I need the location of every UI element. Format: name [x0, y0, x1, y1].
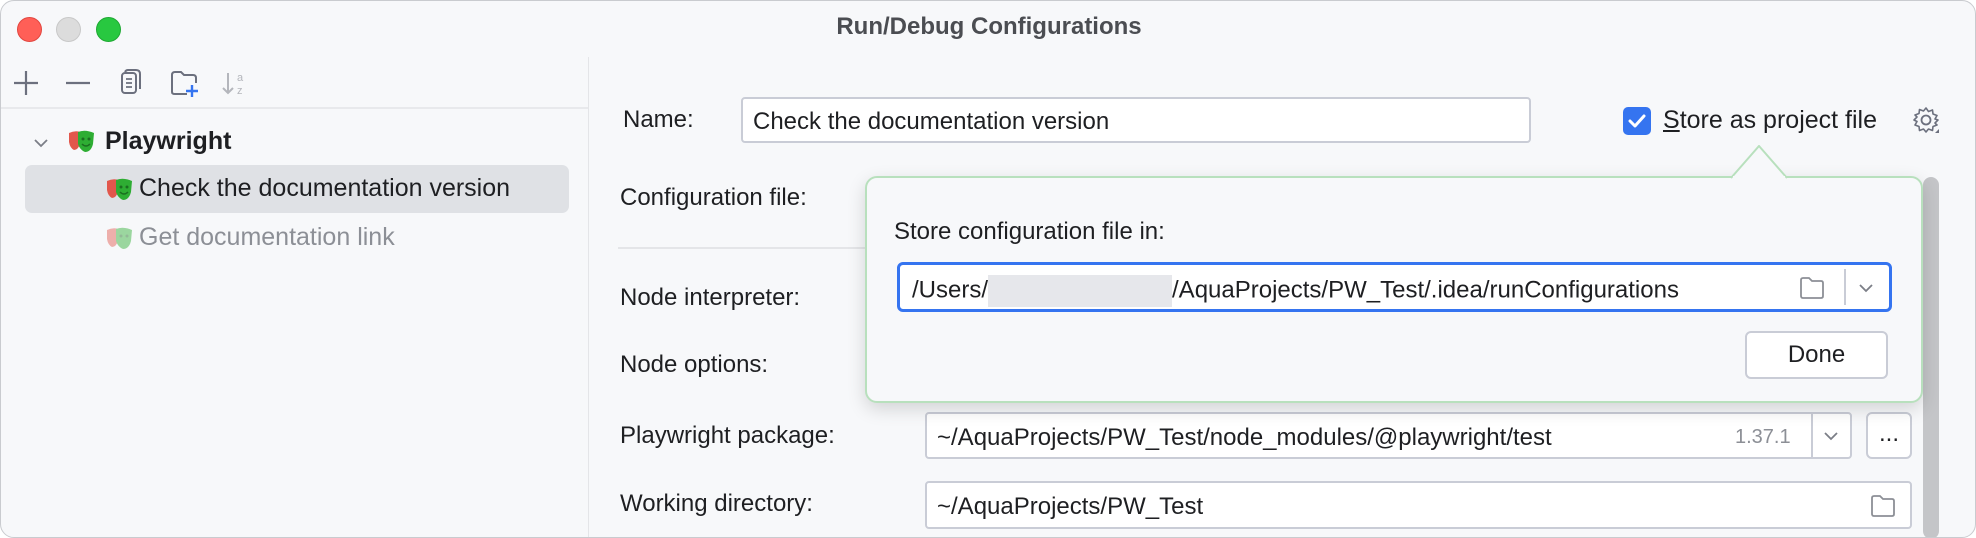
- svg-text:a: a: [237, 72, 244, 84]
- playwright-version: 1.37.1: [1735, 426, 1791, 448]
- name-input[interactable]: Check the documentation version: [741, 97, 1531, 143]
- run-debug-configurations-window: Run/Debug Configurations a z Playwright …: [0, 0, 1976, 538]
- section-separator: [618, 247, 878, 249]
- configuration-file-label: Configuration file:: [620, 184, 807, 211]
- mnemonic-letter: S: [1663, 106, 1680, 134]
- working-directory-input[interactable]: ~/AquaProjects/PW_Test: [925, 481, 1912, 529]
- playwright-package-combobox[interactable]: ~/AquaProjects/PW_Test/node_modules/@pla…: [925, 412, 1852, 459]
- playwright-icon: [107, 227, 132, 249]
- playwright-package-label: Playwright package:: [620, 422, 835, 449]
- popup-label: Store configuration file in:: [894, 218, 1165, 245]
- redacted-username: [988, 275, 1173, 307]
- store-as-project-file-label[interactable]: Store as project file: [1663, 106, 1877, 135]
- node-options-label: Node options:: [620, 351, 769, 378]
- name-input-value: Check the documentation version: [753, 108, 1110, 135]
- done-button[interactable]: Done: [1745, 331, 1888, 379]
- remove-icon[interactable]: [62, 67, 94, 99]
- checkmark-icon: [1628, 114, 1646, 128]
- playwright-icon: [107, 178, 132, 200]
- store-path-combobox[interactable]: /Users/ /AquaProjects/PW_Test/.idea/runCo…: [897, 262, 1892, 312]
- toolbar-separator: [1, 107, 588, 109]
- combobox-divider: [1844, 269, 1846, 305]
- copy-icon[interactable]: [114, 67, 146, 99]
- store-path-value: /Users/ /AquaProjects/PW_Test/.idea/runCo…: [912, 275, 1679, 307]
- path-suffix: /AquaProjects/PW_Test/.idea/runConfigura…: [1172, 276, 1679, 304]
- popup-arrow: [1731, 145, 1788, 179]
- playwright-icon: [69, 130, 94, 152]
- combobox-divider: [1811, 414, 1813, 457]
- node-interpreter-label: Node interpreter:: [620, 284, 801, 311]
- gear-icon[interactable]: [1911, 105, 1941, 135]
- add-icon[interactable]: [10, 67, 42, 99]
- svg-text:z: z: [237, 85, 243, 97]
- chevron-down-icon[interactable]: [1856, 278, 1876, 298]
- vertical-scrollbar[interactable]: [1923, 177, 1939, 537]
- label-rest: tore as project file: [1679, 106, 1878, 134]
- path-prefix: /Users/: [912, 276, 989, 304]
- tree-item-label[interactable]: Get documentation link: [139, 223, 395, 252]
- browse-package-button[interactable]: ...: [1866, 412, 1912, 459]
- store-as-project-file-checkbox[interactable]: [1623, 107, 1651, 135]
- sidebar-divider[interactable]: [588, 57, 589, 537]
- working-directory-label: Working directory:: [620, 490, 813, 517]
- sort-az-icon[interactable]: a z: [218, 67, 250, 99]
- folder-icon[interactable]: [1798, 275, 1826, 301]
- chevron-down-icon[interactable]: [1821, 426, 1841, 446]
- playwright-package-value: ~/AquaProjects/PW_Test/node_modules/@pla…: [937, 424, 1552, 451]
- name-label: Name:: [623, 106, 694, 133]
- new-folder-icon[interactable]: [168, 67, 200, 99]
- chevron-down-icon[interactable]: [31, 133, 51, 153]
- working-directory-value: ~/AquaProjects/PW_Test: [937, 493, 1204, 520]
- window-title: Run/Debug Configurations: [836, 13, 1142, 40]
- tree-group-label: Playwright: [105, 127, 232, 155]
- tree-item-label[interactable]: Check the documentation version: [139, 174, 510, 203]
- folder-icon[interactable]: [1869, 493, 1897, 519]
